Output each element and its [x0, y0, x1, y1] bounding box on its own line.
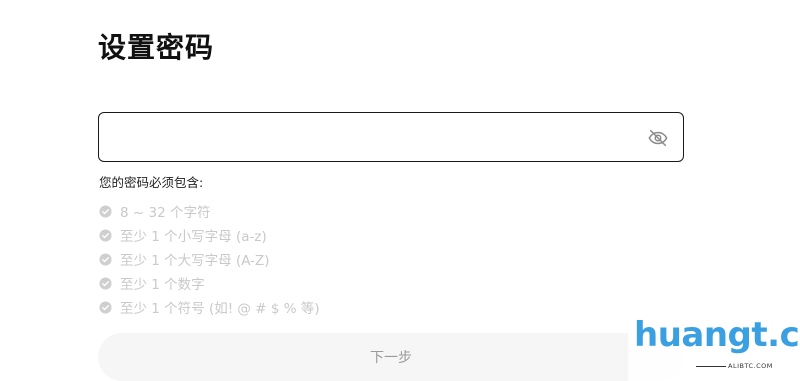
- password-field[interactable]: [98, 112, 684, 162]
- password-rules-list: 8 ~ 32 个字符 至少 1 个小写字母 (a-z) 至少 1 个大写字母 (…: [99, 199, 320, 319]
- check-circle-icon: [99, 252, 112, 266]
- rule-label: 至少 1 个数字: [120, 277, 205, 293]
- rule-length: 8 ~ 32 个字符: [99, 199, 320, 223]
- rule-symbol: 至少 1 个符号 (如! @ # $ % 等): [99, 295, 320, 319]
- rule-uppercase: 至少 1 个大写字母 (A-Z): [99, 247, 320, 271]
- watermark: huangt.cn ALIBTC.COM: [628, 313, 800, 381]
- next-button[interactable]: 下一步: [98, 333, 684, 381]
- rule-digit: 至少 1 个数字: [99, 271, 320, 295]
- rule-lowercase: 至少 1 个小写字母 (a-z): [99, 223, 320, 247]
- watermark-subtext: ALIBTC.COM: [728, 362, 773, 370]
- password-input[interactable]: [111, 121, 635, 155]
- check-circle-icon: [99, 204, 112, 218]
- check-circle-icon: [99, 300, 112, 314]
- check-circle-icon: [99, 276, 112, 290]
- watermark-divider: [696, 366, 726, 367]
- password-rules-heading: 您的密码必须包含:: [99, 175, 204, 190]
- set-password-page: 设置密码 您的密码必须包含: 8 ~ 32 个字符 至少 1 个小写字母 (a-…: [0, 0, 800, 381]
- eye-off-icon[interactable]: [647, 127, 669, 149]
- rule-label: 至少 1 个符号 (如! @ # $ % 等): [120, 301, 320, 317]
- check-circle-icon: [99, 228, 112, 242]
- rule-label: 8 ~ 32 个字符: [120, 205, 211, 221]
- rule-label: 至少 1 个小写字母 (a-z): [120, 229, 267, 245]
- rule-label: 至少 1 个大写字母 (A-Z): [120, 253, 270, 269]
- page-title: 设置密码: [98, 31, 215, 64]
- watermark-text: huangt.cn: [634, 315, 800, 355]
